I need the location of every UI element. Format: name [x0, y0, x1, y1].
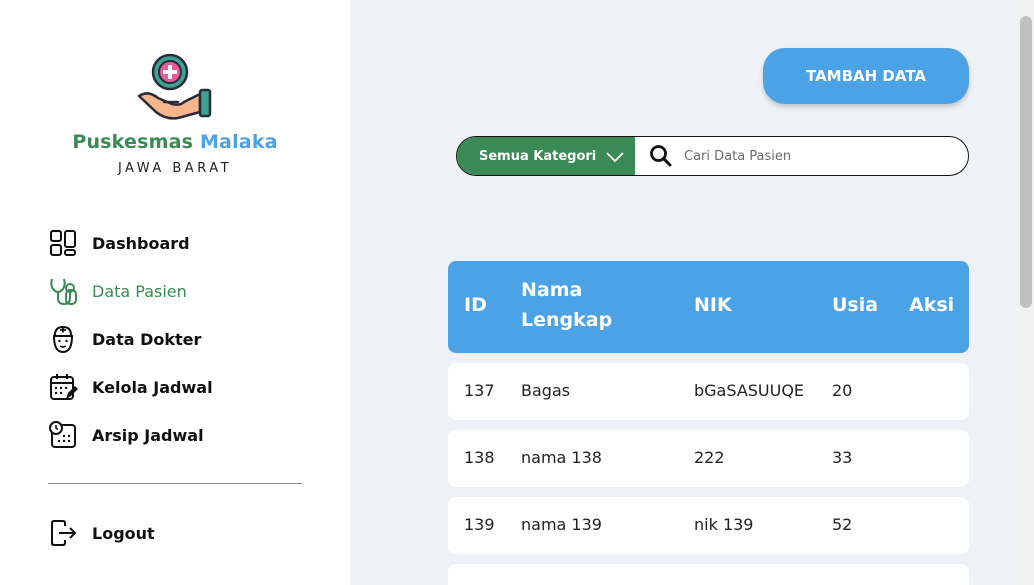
- column-header-id: ID: [464, 294, 487, 316]
- vertical-scrollbar[interactable]: [1018, 0, 1034, 585]
- cell-id: 137: [464, 381, 495, 400]
- sidebar-item-dashboard[interactable]: Dashboard: [48, 228, 190, 258]
- brand-subtitle: JAWA BARAT: [117, 161, 233, 176]
- logout-icon: [51, 520, 77, 546]
- cell-id: 138: [464, 448, 495, 467]
- sidebar-item-arsip-jadwal[interactable]: Arsip Jadwal: [48, 420, 204, 450]
- cell-age: 20: [832, 381, 853, 400]
- column-header-age: Usia: [832, 294, 879, 316]
- search-bar: Semua Kategori: [456, 136, 969, 176]
- sidebar-item-data-pasien[interactable]: Data Pasien: [48, 276, 187, 306]
- chevron-down-icon: [606, 152, 624, 163]
- dashboard-grid-icon: [50, 230, 76, 256]
- cell-nik: bGaSASUUQE: [694, 381, 805, 400]
- sidebar-item-label: Data Dokter: [92, 329, 202, 349]
- cell-nik: 222: [694, 448, 725, 467]
- column-header-name-line1: Nama: [521, 279, 583, 301]
- sidebar: Puskesmas Malaka JAWA BARAT Dashboard Da…: [0, 0, 350, 585]
- cell-id: 139: [464, 515, 495, 534]
- brand-name-part1: Puskesmas: [72, 131, 194, 153]
- column-header-nik: NIK: [694, 294, 732, 316]
- cell-name: Bagas: [521, 381, 571, 400]
- table-row-partial[interactable]: [448, 564, 969, 585]
- cell-name: nama 139: [521, 515, 602, 534]
- brand-name: Puskesmas Malaka: [0, 131, 350, 153]
- sidebar-item-label: Kelola Jadwal: [92, 377, 213, 397]
- table-row[interactable]: 137 Bagas bGaSASUUQE 20: [448, 363, 969, 420]
- cell-name: nama 138: [521, 448, 602, 467]
- logout-label: Logout: [92, 523, 155, 543]
- logout-button[interactable]: Logout: [48, 518, 155, 548]
- cell-nik: nik 139: [694, 515, 754, 534]
- brand-name-part2: Malaka: [199, 131, 278, 153]
- sidebar-item-kelola-jadwal[interactable]: Kelola Jadwal: [48, 372, 213, 402]
- table-header: ID Nama Lengkap NIK Usia Aksi: [448, 261, 969, 353]
- search-input[interactable]: [684, 137, 954, 175]
- sidebar-item-label: Data Pasien: [92, 281, 187, 301]
- table-row[interactable]: 139 nama 139 nik 139 52: [448, 497, 969, 554]
- column-header-action: Aksi: [909, 294, 955, 316]
- health-hand-logo-icon: [137, 53, 212, 120]
- doctor-icon: [52, 325, 74, 354]
- search-icon[interactable]: [648, 143, 674, 169]
- table-row[interactable]: 138 nama 138 222 33: [448, 430, 969, 487]
- category-dropdown-value: Semua Kategori: [479, 148, 597, 164]
- sidebar-item-label: Arsip Jadwal: [92, 425, 204, 445]
- sidebar-divider: [48, 483, 302, 484]
- stethoscope-icon: [50, 278, 77, 306]
- add-data-button[interactable]: TAMBAH DATA: [763, 48, 969, 104]
- sidebar-item-data-dokter[interactable]: Data Dokter: [48, 324, 201, 354]
- cell-age: 33: [832, 448, 853, 467]
- calendar-clock-icon: [49, 421, 76, 448]
- calendar-edit-icon: [50, 374, 78, 400]
- column-header-name-line2: Lengkap: [521, 309, 613, 331]
- cell-age: 52: [832, 515, 853, 534]
- sidebar-item-label: Dashboard: [92, 233, 190, 253]
- category-dropdown[interactable]: Semua Kategori: [457, 137, 635, 175]
- scrollbar-thumb[interactable]: [1020, 16, 1032, 308]
